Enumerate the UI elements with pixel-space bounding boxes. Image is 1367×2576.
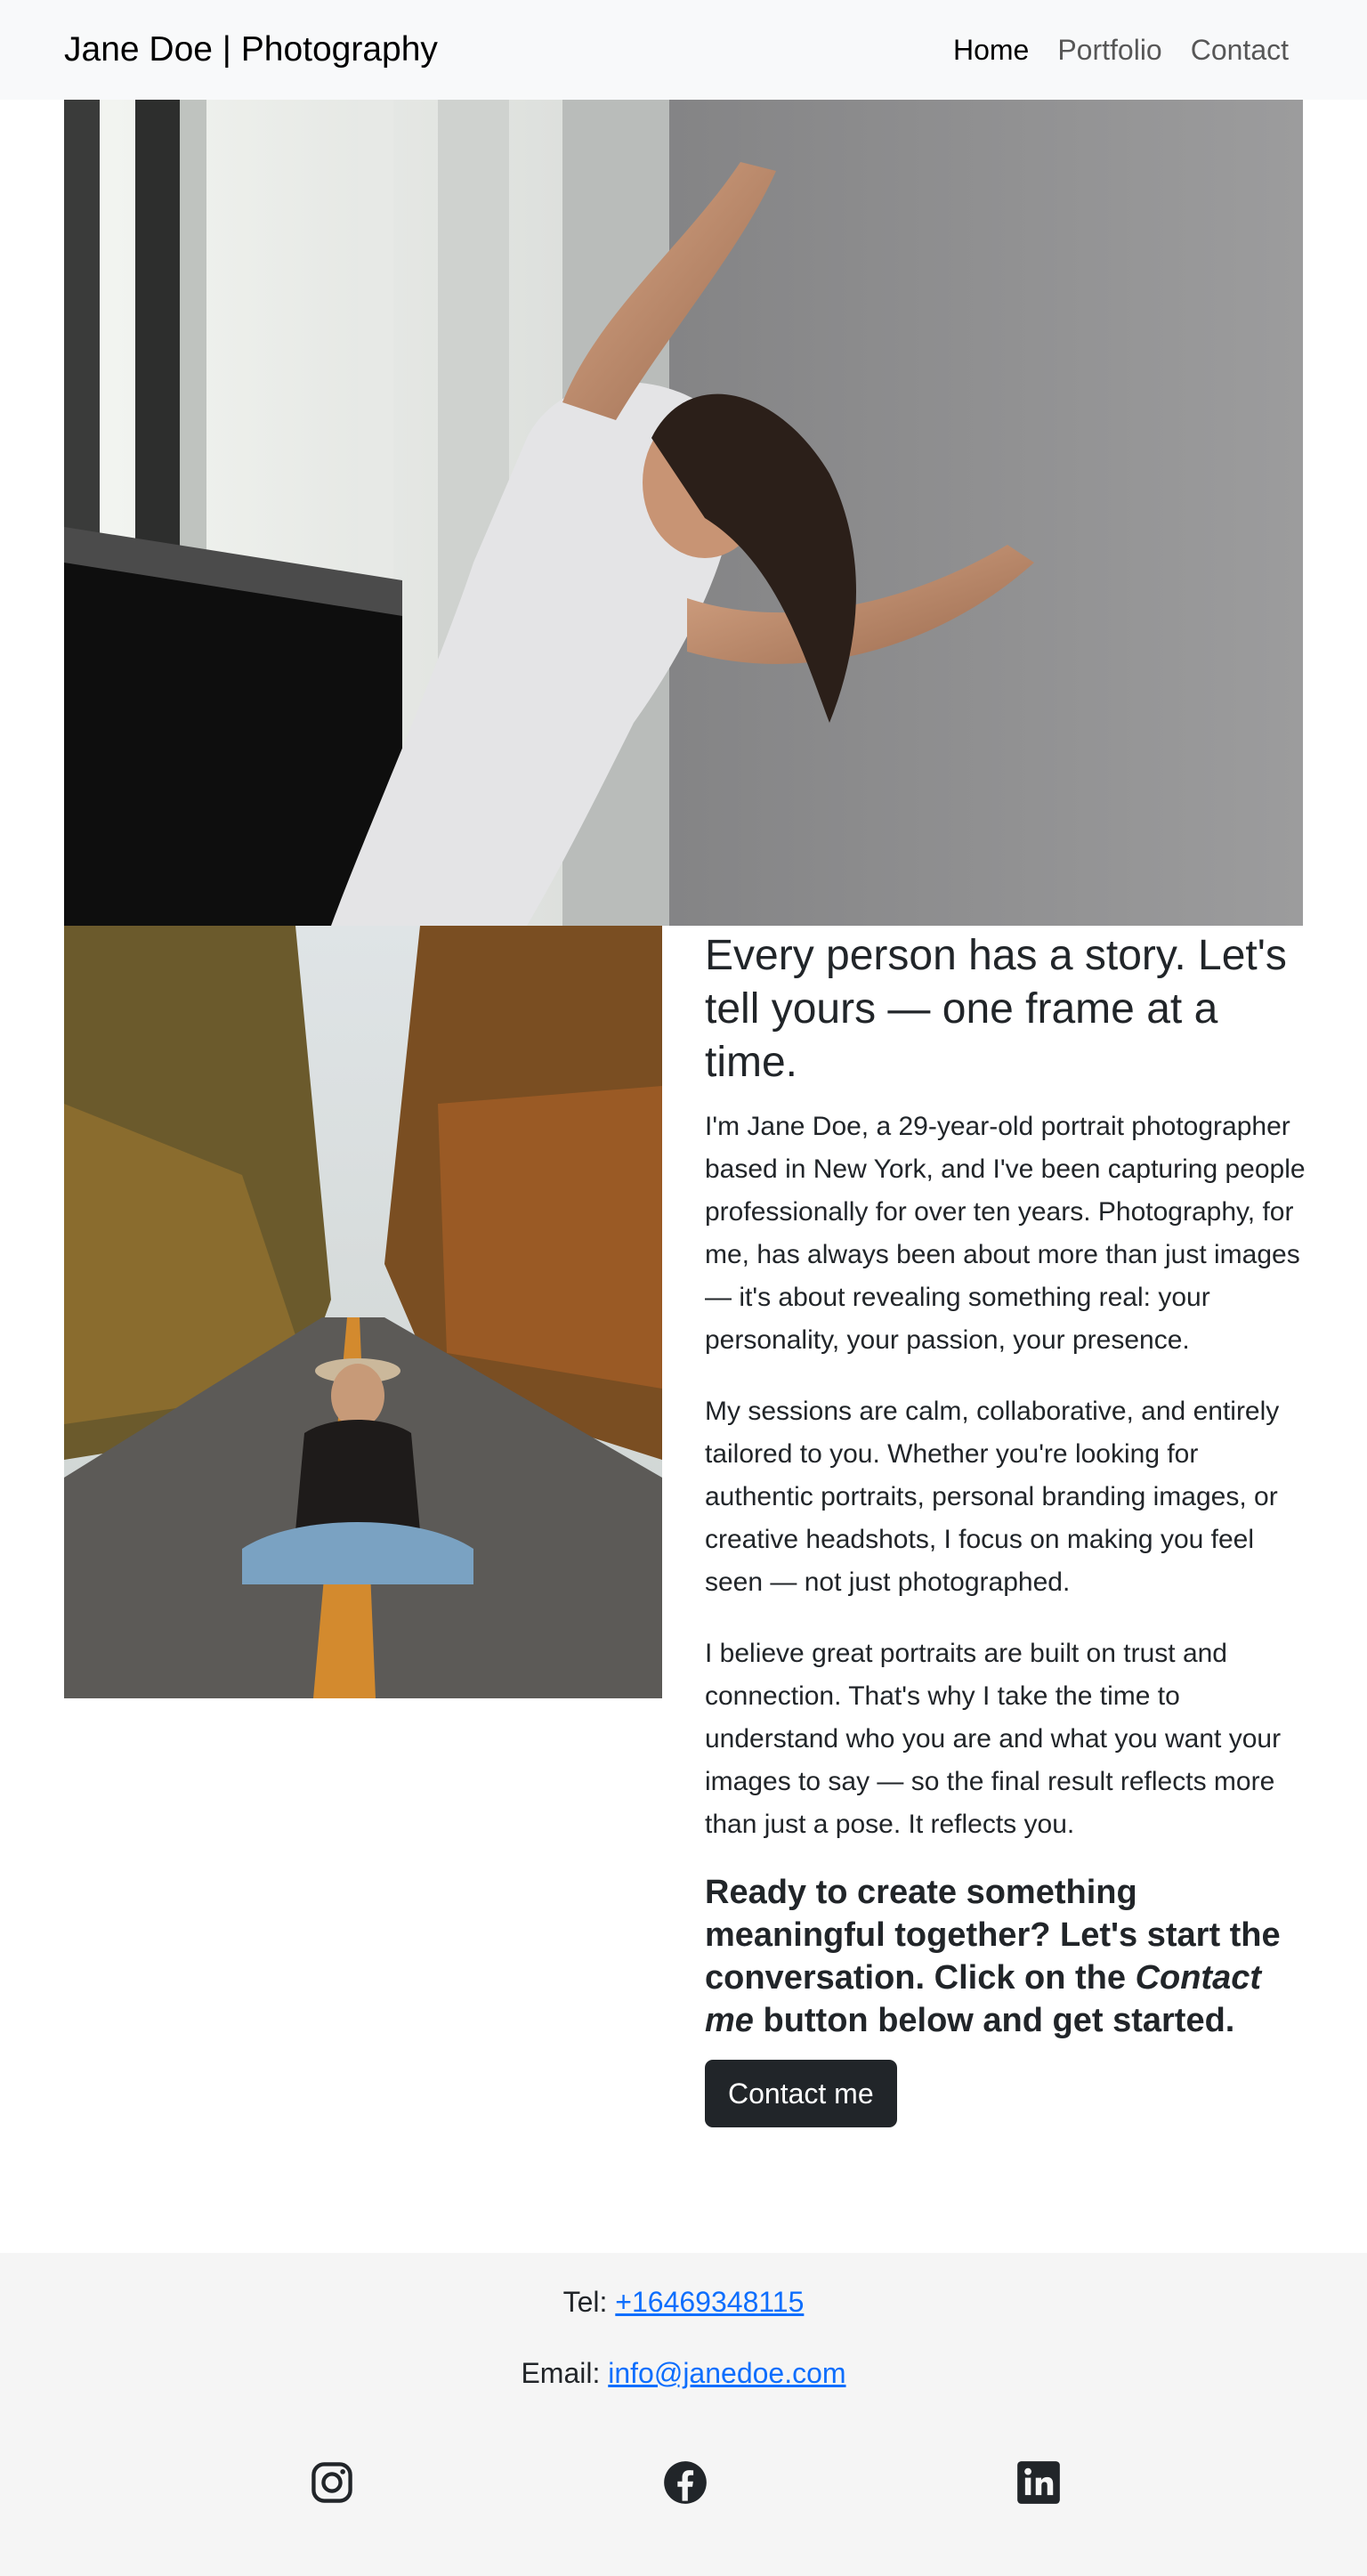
linkedin-icon[interactable] — [1015, 2459, 1062, 2506]
brand-link[interactable]: Jane Doe | Photography — [64, 30, 438, 69]
email-label: Email: — [521, 2357, 609, 2389]
footer: Tel: +16469348115 Email: info@janedoe.co… — [0, 2253, 1367, 2576]
about-photo — [64, 926, 662, 1698]
cta-text-after: button below and get started. — [753, 2002, 1235, 2039]
contact-me-button[interactable]: Contact me — [705, 2060, 897, 2127]
facebook-icon[interactable] — [662, 2459, 708, 2506]
footer-tel: Tel: +16469348115 — [0, 2286, 1367, 2319]
about-paragraph-2: My sessions are calm, collaborative, and… — [705, 1397, 1280, 1597]
about-paragraph-1: I'm Jane Doe, a 29-year-old portrait pho… — [705, 1112, 1306, 1355]
nav-link-contact[interactable]: Contact — [1177, 34, 1303, 67]
instagram-icon[interactable] — [309, 2459, 355, 2506]
navbar: Jane Doe | Photography Home Portfolio Co… — [0, 0, 1367, 100]
about-text: Every person has a story. Let's tell you… — [705, 926, 1310, 2127]
hero-image — [64, 100, 1303, 926]
tel-link[interactable]: +16469348115 — [615, 2286, 804, 2318]
nav-links: Home Portfolio Contact — [939, 34, 1303, 67]
nav-link-portfolio[interactable]: Portfolio — [1043, 34, 1176, 67]
about-paragraph-3: I believe great portraits are built on t… — [705, 1639, 1282, 1839]
footer-email: Email: info@janedoe.com — [0, 2357, 1367, 2390]
nav-link-home[interactable]: Home — [939, 34, 1043, 67]
email-link[interactable]: info@janedoe.com — [608, 2357, 845, 2389]
tel-label: Tel: — [562, 2286, 616, 2318]
about-headline: Every person has a story. Let's tell you… — [705, 932, 1287, 1086]
social-links — [0, 2459, 1367, 2513]
cta-heading: Ready to create something meaningful tog… — [705, 1871, 1310, 2042]
